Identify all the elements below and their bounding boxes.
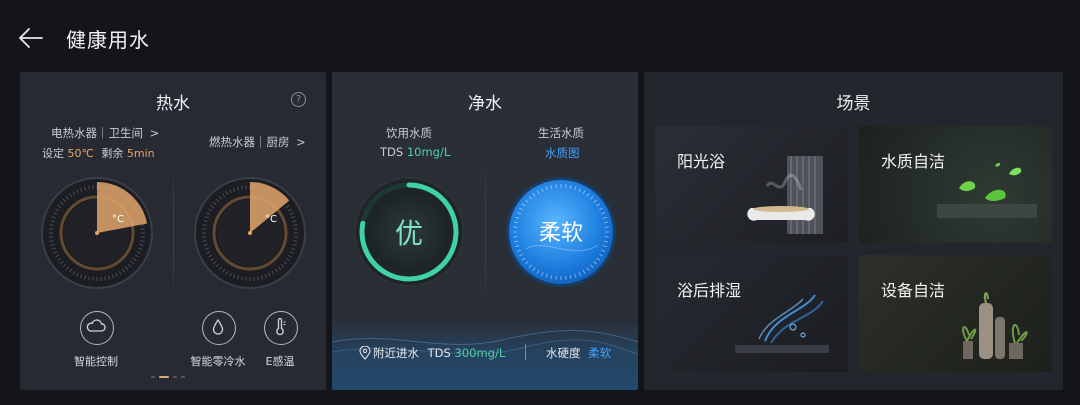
- scene-tile-device-self-clean[interactable]: 设备自洁: [859, 255, 1052, 372]
- chevron-right-icon: >: [296, 135, 306, 149]
- header: 健康用水: [0, 0, 1080, 72]
- chevron-right-icon: >: [149, 126, 160, 140]
- inlet-label: 附近进水: [373, 346, 419, 360]
- dial-tick: [293, 240, 298, 242]
- inlet-tds-label: TDS: [427, 346, 451, 360]
- inlet-tds: 附近进水 TDS 300mg/L: [373, 345, 505, 361]
- dial-pivot: [95, 231, 99, 235]
- dial-tick: [140, 240, 145, 242]
- page-indicator: [151, 376, 185, 378]
- dial-tick: [241, 276, 243, 281]
- e-sense-temp-label: E感温: [265, 355, 295, 368]
- dial-tick: [49, 224, 54, 226]
- location-pin-icon: [359, 346, 371, 360]
- zero-cold-water-button[interactable]: [202, 311, 236, 345]
- scene-tile-dehumidify[interactable]: 浴后排湿: [655, 255, 848, 372]
- smart-control-label: 智能控制: [74, 355, 118, 368]
- electric-heater-status: 设定 50℃ 剩余 5min: [42, 145, 155, 161]
- scene-title: 场景: [836, 94, 871, 114]
- life-quality-dial[interactable]: 柔软: [504, 175, 618, 289]
- airflow-illustration: [735, 294, 829, 353]
- drink-grade: 优: [395, 217, 423, 250]
- water-quality-map-link[interactable]: 水质图: [545, 145, 580, 161]
- gas-heater-label: 燃热水器｜厨房: [209, 135, 290, 149]
- dial-tick: [104, 276, 106, 281]
- gas-heater-link[interactable]: 燃热水器｜厨房 >: [209, 134, 306, 150]
- scene-tile-water-self-clean[interactable]: 水质自洁: [859, 126, 1052, 243]
- scene-label-dehumidify: 浴后排湿: [677, 281, 742, 300]
- inlet-tds-value: 300mg/L: [454, 346, 506, 360]
- dial-tick: [257, 276, 259, 281]
- water-drop-icon: [212, 318, 224, 335]
- remain-time: 5min: [126, 147, 155, 160]
- gas-dial-unit: °C: [265, 214, 277, 225]
- page-dot: [151, 376, 155, 378]
- set-label: 设定: [42, 147, 64, 160]
- dial-pivot: [248, 231, 252, 235]
- dial-tick: [293, 224, 298, 226]
- leaf-illustration: [937, 162, 1037, 218]
- dial-tick: [88, 185, 90, 190]
- footer-divider: [525, 344, 526, 360]
- remain-label: 剩余: [101, 147, 124, 160]
- page-title: 健康用水: [66, 28, 150, 52]
- drink-quality-dial[interactable]: 优: [352, 175, 466, 289]
- dial-tick: [88, 276, 90, 281]
- zero-cold-water-label: 智能零冷水: [190, 355, 246, 368]
- cloud-icon: [86, 319, 106, 332]
- dial-tick: [241, 185, 243, 190]
- electric-heater-link[interactable]: 电热水器｜卫生间 >: [51, 125, 159, 141]
- drink-quality-label: 饮用水质: [386, 126, 432, 140]
- electric-heater-label: 电热水器｜卫生间: [51, 126, 143, 140]
- dial-tick: [202, 224, 207, 226]
- electric-dial-unit: °C: [112, 214, 124, 225]
- thermometer-icon: [276, 317, 286, 336]
- dial-tick: [49, 240, 54, 242]
- gas-heater-dial[interactable]: [193, 176, 307, 290]
- scene-label-device-self-clean: 设备自洁: [881, 281, 946, 300]
- question-icon[interactable]: ?: [291, 92, 306, 107]
- e-sense-temp-button[interactable]: [264, 311, 298, 345]
- dial-tick: [140, 224, 145, 226]
- hardness-value: 柔软: [588, 346, 612, 360]
- scene-label-water-self-clean: 水质自洁: [881, 152, 946, 171]
- dial-tick: [202, 240, 207, 242]
- divider: [485, 162, 486, 302]
- drink-tds: TDS 10mg/L: [380, 145, 450, 159]
- scene-card: 场景 阳光浴 水质自洁 浴后排湿 设备自洁: [644, 72, 1063, 390]
- hardness: 水硬度 柔软: [546, 345, 611, 361]
- electric-heater-dial[interactable]: [40, 176, 154, 290]
- drink-tds-label: TDS: [380, 145, 404, 159]
- arrow-left-icon[interactable]: [18, 26, 44, 50]
- page-dot: [181, 376, 185, 378]
- scene-tile-sunbath[interactable]: 阳光浴: [655, 126, 848, 243]
- scene-label-sunbath: 阳光浴: [677, 152, 726, 171]
- page-dot: [173, 376, 177, 378]
- divider: [173, 172, 174, 292]
- hot-water-title: 热水: [156, 94, 190, 114]
- pure-water-title: 净水: [468, 94, 502, 114]
- smart-control-button[interactable]: [80, 311, 114, 345]
- pure-water-card: 净水 饮用水质 TDS 10mg/L 生活水质 水质图 优 柔软 附近进水 TD…: [332, 72, 638, 390]
- drink-tds-value: 10mg/L: [406, 145, 451, 159]
- hardness-label: 水硬度: [546, 346, 581, 360]
- page-dot: [159, 376, 169, 378]
- bathtub-illustration: [747, 156, 823, 234]
- life-quality-label: 生活水质: [538, 126, 584, 140]
- life-grade: 柔软: [539, 221, 583, 246]
- set-temperature: 50℃: [67, 147, 94, 160]
- plants-illustration: [962, 292, 1028, 359]
- hot-water-card: 热水 ? 电热水器｜卫生间 > 设定 50℃ 剩余 5min 燃热水器｜厨房 >…: [20, 72, 326, 390]
